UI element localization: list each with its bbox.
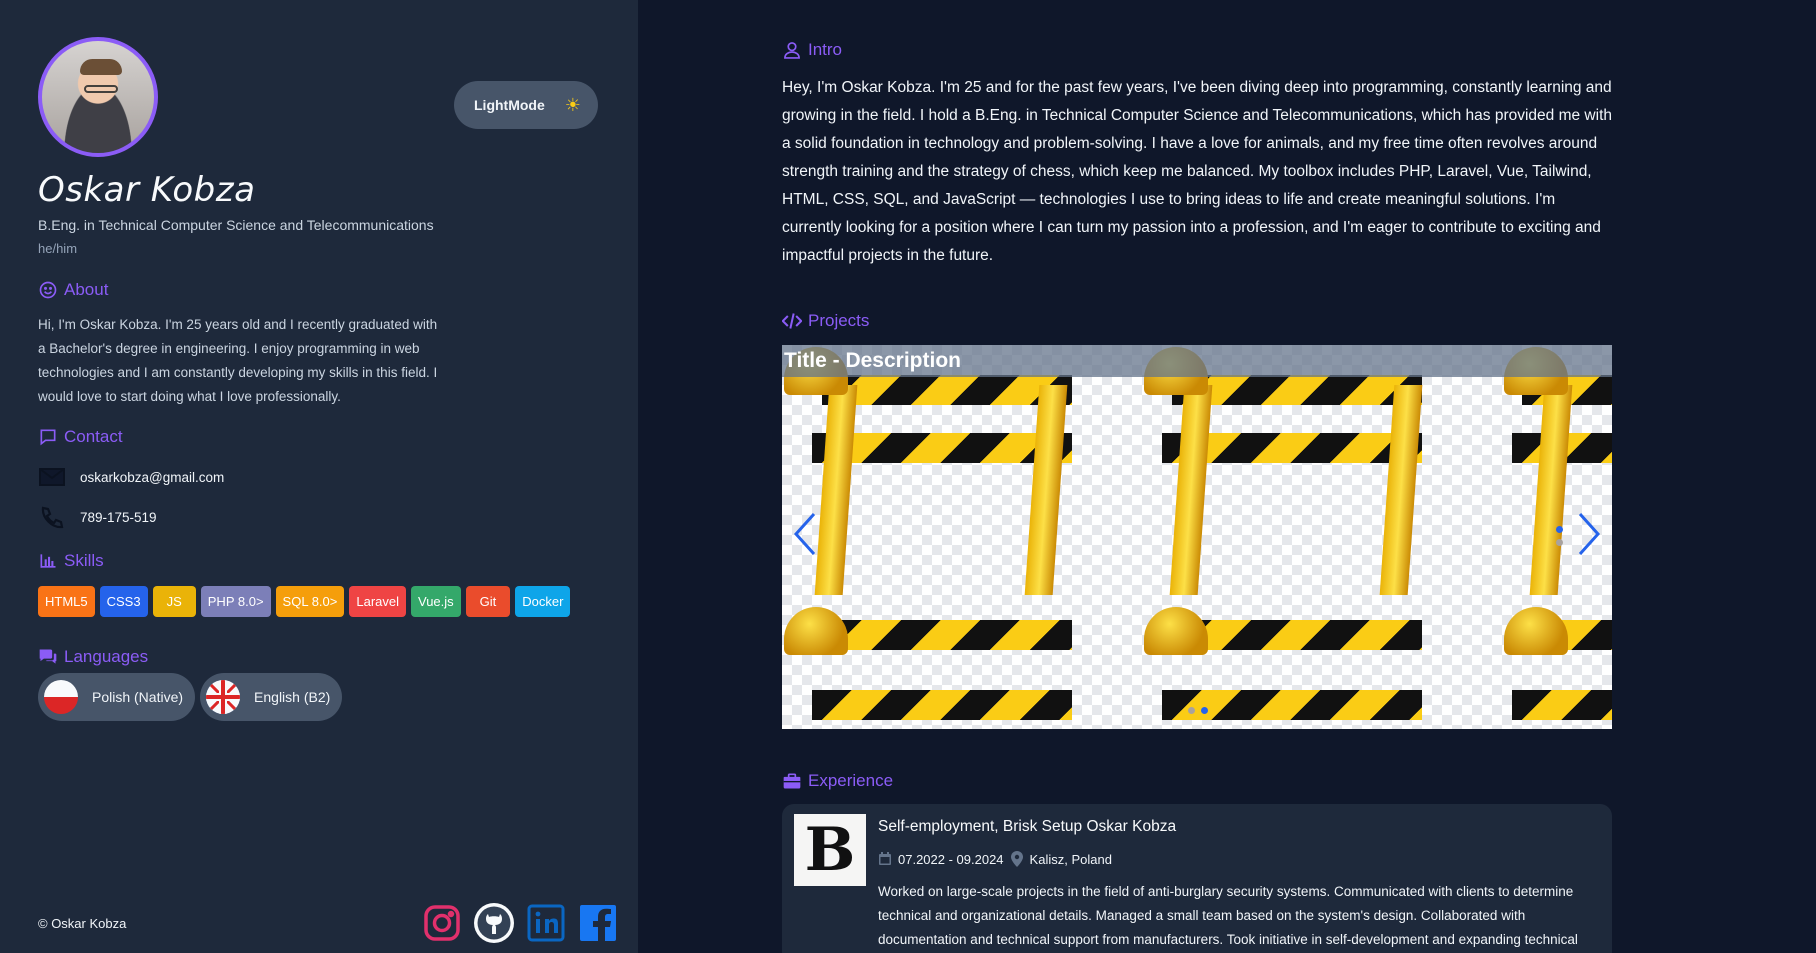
experience-description: Worked on large-scale projects in the fi… bbox=[878, 884, 1578, 947]
carousel-dot[interactable] bbox=[1201, 707, 1208, 714]
user-icon bbox=[784, 42, 800, 59]
intro-heading-label: Intro bbox=[808, 40, 843, 59]
language-pill-polish: Polish (Native) bbox=[38, 673, 196, 721]
projects-heading: Projects bbox=[782, 311, 869, 331]
github-icon[interactable] bbox=[472, 901, 516, 945]
chevron-right-icon[interactable] bbox=[1576, 510, 1604, 558]
skills-heading-label: Skills bbox=[64, 551, 104, 570]
skills-list: HTML5 CSS3 JS PHP 8.0> SQL 8.0> Laravel … bbox=[38, 586, 571, 617]
avatar bbox=[38, 37, 158, 157]
poland-flag-icon bbox=[44, 680, 78, 714]
smile-icon bbox=[39, 281, 57, 299]
experience-heading: Experience bbox=[782, 771, 893, 791]
profile-name: Oskar Kobza bbox=[38, 170, 256, 210]
sun-icon: ☀ bbox=[564, 94, 581, 115]
profile-pronouns: he/him bbox=[38, 241, 78, 256]
uk-flag-icon bbox=[206, 680, 241, 714]
skill-badge: Laravel bbox=[349, 586, 406, 617]
skills-heading: Skills bbox=[38, 551, 104, 571]
languages-heading-label: Languages bbox=[64, 647, 149, 666]
calendar-icon bbox=[879, 852, 891, 865]
contact-heading-label: Contact bbox=[64, 427, 123, 446]
experience-heading-label: Experience bbox=[808, 771, 894, 790]
contact-phone[interactable]: 789-175-519 bbox=[80, 510, 157, 525]
code-icon bbox=[782, 313, 802, 329]
bar-chart-icon bbox=[40, 554, 56, 568]
about-text: Hi, I'm Oskar Kobza. I'm 25 years old an… bbox=[38, 317, 438, 404]
languages-list: Polish (Native) English (B2) bbox=[38, 673, 343, 721]
company-logo: B bbox=[794, 814, 866, 886]
map-pin-icon bbox=[1010, 851, 1023, 867]
skill-badge: SQL 8.0> bbox=[275, 586, 345, 617]
projects-heading-label: Projects bbox=[808, 311, 870, 330]
about-heading-label: About bbox=[64, 280, 109, 299]
mail-icon bbox=[39, 468, 65, 486]
carousel-dot[interactable] bbox=[1556, 539, 1563, 546]
contact-email-row[interactable]: oskarkobza@gmail.com bbox=[38, 465, 224, 489]
profile-degree: B.Eng. in Technical Computer Science and… bbox=[38, 217, 434, 233]
languages-heading: Languages bbox=[38, 647, 148, 667]
about-heading: About bbox=[38, 280, 108, 300]
language-label: Polish (Native) bbox=[92, 689, 184, 705]
experience-location: Kalisz, Poland bbox=[1029, 851, 1112, 867]
linkedin-icon[interactable] bbox=[524, 901, 568, 945]
chat-icon bbox=[40, 429, 56, 446]
language-label: English (B2) bbox=[254, 689, 331, 705]
contact-heading: Contact bbox=[38, 427, 123, 447]
comments-icon bbox=[39, 649, 57, 664]
projects-carousel[interactable]: Title - Description bbox=[782, 345, 1612, 729]
carousel-dot[interactable] bbox=[1188, 707, 1195, 714]
intro-text: Hey, I'm Oskar Kobza. I'm 25 and for the… bbox=[782, 79, 1612, 264]
slide-title: Title - Description bbox=[782, 345, 1612, 377]
skill-badge: PHP 8.0> bbox=[200, 586, 271, 617]
contact-email[interactable]: oskarkobza@gmail.com bbox=[80, 470, 224, 485]
experience-dates: 07.2022 - 09.2024 bbox=[898, 851, 1004, 867]
social-links bbox=[420, 901, 620, 945]
copyright: © Oskar Kobza bbox=[38, 916, 127, 931]
theme-toggle-button[interactable]: LightMode ☀ bbox=[454, 81, 598, 129]
briefcase-icon bbox=[783, 773, 801, 789]
chevron-left-icon[interactable] bbox=[790, 510, 818, 558]
skill-badge: JS bbox=[152, 586, 196, 617]
skill-badge: Vue.js bbox=[411, 586, 461, 617]
skill-badge: HTML5 bbox=[38, 586, 95, 617]
skill-badge: CSS3 bbox=[99, 586, 148, 617]
contact-phone-row[interactable]: 789-175-519 bbox=[38, 505, 157, 529]
experience-title: Self-employment, Brisk Setup Oskar Kobza bbox=[878, 818, 1177, 835]
phone-icon bbox=[41, 506, 64, 529]
experience-card: B Self-employment, Brisk Setup Oskar Kob… bbox=[782, 804, 1612, 953]
intro-heading: Intro bbox=[782, 40, 842, 60]
language-pill-english: English (B2) bbox=[200, 673, 343, 721]
skill-badge: Docker bbox=[515, 586, 571, 617]
instagram-icon[interactable] bbox=[420, 901, 464, 945]
facebook-icon[interactable] bbox=[576, 901, 620, 945]
carousel-dot[interactable] bbox=[1556, 526, 1563, 533]
skill-badge: Git bbox=[465, 586, 511, 617]
experience-meta: 07.2022 - 09.2024 Kalisz, Poland bbox=[878, 851, 1112, 867]
sidebar: LightMode ☀ Oskar Kobza B.Eng. in Techni… bbox=[0, 0, 638, 953]
theme-toggle-label: LightMode bbox=[474, 97, 545, 113]
